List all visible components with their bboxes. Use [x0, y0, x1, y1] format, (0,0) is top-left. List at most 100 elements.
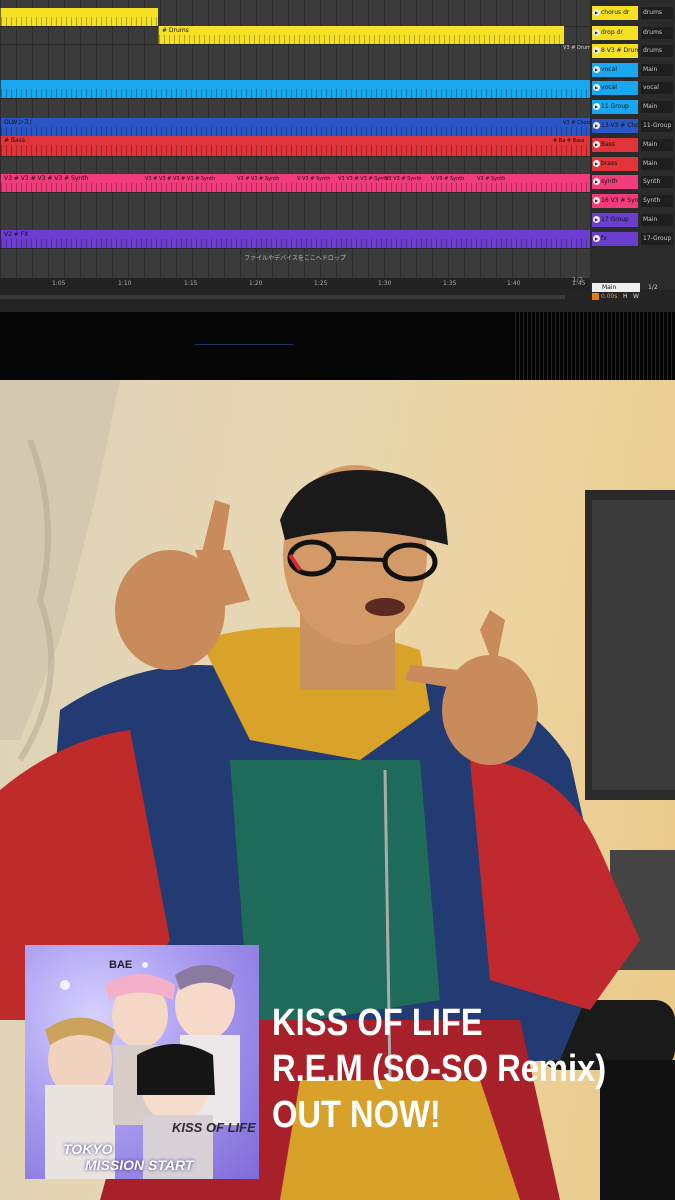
audio-clip[interactable]: # Drums — [158, 26, 564, 44]
output-routing-select[interactable]: vocal — [641, 82, 673, 94]
play-triangle-icon[interactable]: ▶ — [593, 141, 600, 148]
master-track[interactable]: Main — [592, 283, 640, 292]
clip-name: V3 # V3 # Synth — [237, 176, 280, 182]
clip-name: V3 # Drums — [563, 45, 590, 51]
output-routing-select[interactable]: 17-Group — [641, 233, 673, 245]
output-routing-select[interactable]: drums — [641, 7, 673, 19]
audio-clip[interactable] — [0, 8, 158, 26]
play-triangle-icon[interactable]: ▶ — [593, 178, 600, 185]
play-triangle-icon[interactable]: ▶ — [593, 103, 600, 110]
play-triangle-icon[interactable]: ▶ — [593, 197, 600, 204]
mixer-track-label: vocal — [601, 66, 617, 73]
release-caption: KISS OF LIFE R.E.M (SO-SO Remix) OUT NOW… — [272, 1000, 672, 1138]
track-lane[interactable]: # Drums — [0, 26, 590, 45]
mixer-track[interactable]: ▶ drop dr drums — [590, 24, 675, 42]
clip-waveform — [159, 35, 564, 44]
daw-window: # Drums OLWンス) # Bass V3 # V3 # V3 # V3 # S… — [0, 0, 675, 380]
drop-hint[interactable]: ファイルやデバイスをここへドロップ — [0, 250, 590, 268]
arrangement-view[interactable]: # Drums OLWンス) # Bass V3 # V3 # V3 # V3 # S… — [0, 0, 590, 278]
track-lane[interactable] — [0, 98, 590, 119]
play-triangle-icon[interactable]: ▶ — [593, 235, 600, 242]
mixer-track[interactable]: ▶16 V3 # SynthSynth — [590, 192, 675, 210]
ruler-tick: 1:20 — [249, 280, 263, 287]
mixer-track[interactable]: ▶ vocal Main — [590, 61, 675, 79]
cpu-readout: 0.00s — [601, 293, 618, 300]
w-toggle[interactable]: W — [633, 293, 639, 300]
clip-label: OLWンス) — [4, 119, 32, 126]
track-lane[interactable] — [0, 80, 590, 99]
output-routing-select[interactable]: Synth — [641, 195, 673, 207]
clip-waveform — [1, 239, 590, 248]
track-lane[interactable]: V2 # FX — [0, 230, 590, 249]
h-toggle[interactable]: H — [623, 293, 628, 300]
play-triangle-icon[interactable]: ▶ — [593, 29, 600, 36]
track-lane[interactable]: OLWンス) — [0, 118, 590, 137]
mixer-track-name: ▶ drop dr — [592, 26, 638, 40]
clip-label: # Bass — [4, 137, 25, 144]
mixer-track-name: ▶ Bass — [592, 138, 638, 152]
output-routing-select[interactable]: drums — [641, 27, 673, 39]
clip-label: # Drums — [162, 27, 189, 34]
mixer-track-label: Bass — [601, 141, 616, 148]
audio-clip[interactable]: V2 # FX — [0, 230, 590, 248]
clip-name: V3 # Choru — [563, 120, 590, 126]
output-routing-select[interactable]: drums — [641, 45, 673, 57]
mixer-track[interactable]: ▶ vocal vocal — [590, 79, 675, 97]
output-routing-select[interactable]: Main — [641, 101, 673, 113]
mixer-track[interactable]: ▶ 11 Group Main — [590, 98, 675, 116]
output-routing-select[interactable]: 11-Group — [641, 120, 673, 132]
clip-waveform — [1, 17, 158, 26]
output-routing-select[interactable]: Main — [641, 139, 673, 151]
audio-clip[interactable] — [0, 80, 590, 98]
caption-line-status: OUT NOW! — [272, 1094, 441, 1136]
output-routing-select[interactable]: Main — [641, 214, 673, 226]
timeline-ruler[interactable]: 1:05 1:10 1:15 1:20 1:25 1:30 1:35 1:40 … — [0, 278, 590, 290]
mixer-track[interactable]: ▶ synth Synth — [590, 173, 675, 191]
ruler-tick: 1:30 — [378, 280, 392, 287]
mixer-track-name: ▶ vocal — [592, 81, 638, 95]
mixer-track[interactable]: ▶ 17 Group Main — [590, 211, 675, 229]
clip-waveform — [1, 89, 590, 98]
clip-name: V3 V3 # Synth — [385, 176, 422, 182]
play-triangle-icon[interactable]: ▶ — [593, 160, 600, 167]
audio-clip[interactable]: OLWンス) — [0, 118, 590, 136]
audio-clip[interactable]: # Bass — [0, 136, 590, 156]
horizontal-scrollbar[interactable] — [0, 295, 565, 299]
track-lane[interactable] — [0, 44, 590, 81]
play-triangle-icon[interactable]: ▶ — [593, 9, 600, 16]
mixer-track-label: brass — [601, 160, 618, 167]
mixer-track-label: synth — [601, 178, 618, 185]
clip-waveform — [1, 127, 590, 136]
master-track-label: Main — [602, 284, 617, 291]
clip-name: V V3 # Synth — [297, 176, 331, 182]
mixer-track[interactable]: ▶ brass Main — [590, 155, 675, 173]
mixer-track-name: ▶13-V3 # Choru — [592, 119, 638, 133]
track-lane[interactable] — [0, 156, 590, 175]
ruler-tick: 1:15 — [184, 280, 198, 287]
output-routing-select[interactable]: Main — [641, 158, 673, 170]
output-routing-select[interactable]: Main — [641, 64, 673, 76]
play-triangle-icon[interactable]: ▶ — [593, 122, 600, 129]
mixer-track[interactable]: ▶ Bass Main — [590, 136, 675, 154]
mixer-track-label: 17 Group — [601, 216, 629, 223]
play-triangle-icon[interactable]: ▶ — [593, 216, 600, 223]
track-lane[interactable]: # Bass — [0, 136, 590, 157]
play-triangle-icon[interactable]: ▶ — [593, 47, 600, 54]
mixer-track[interactable]: ▶8 V3 # Drumsdrums — [590, 42, 675, 60]
track-mixer-strip: ▶ chorus dr drums ▶ drop dr drums ▶ 8 V3 # Drum… — [590, 0, 675, 290]
clip-label — [1, 80, 590, 89]
mixer-track[interactable]: ▶ fx 17-Group — [590, 230, 675, 248]
glitch-lines — [515, 312, 675, 380]
record-indicator-icon — [592, 293, 599, 300]
play-triangle-icon[interactable]: ▶ — [593, 66, 600, 73]
track-lane[interactable] — [0, 192, 590, 231]
track-lane[interactable] — [0, 8, 590, 27]
play-triangle-icon[interactable]: ▶ — [593, 84, 600, 91]
mixer-track[interactable]: ▶ chorus dr drums — [590, 4, 675, 22]
output-routing-select[interactable]: Synth — [641, 176, 673, 188]
clip-label — [1, 8, 158, 17]
status-bar: 1/2 Main 1/2 0.00s H W — [0, 276, 675, 312]
album-cover: BAE KISS OF LIFE TOKYO MISSION START — [25, 945, 259, 1179]
mixer-track[interactable]: ▶13-V3 # Choru11-Group — [590, 117, 675, 135]
album-logo: KISS OF LIFE — [172, 1120, 256, 1135]
